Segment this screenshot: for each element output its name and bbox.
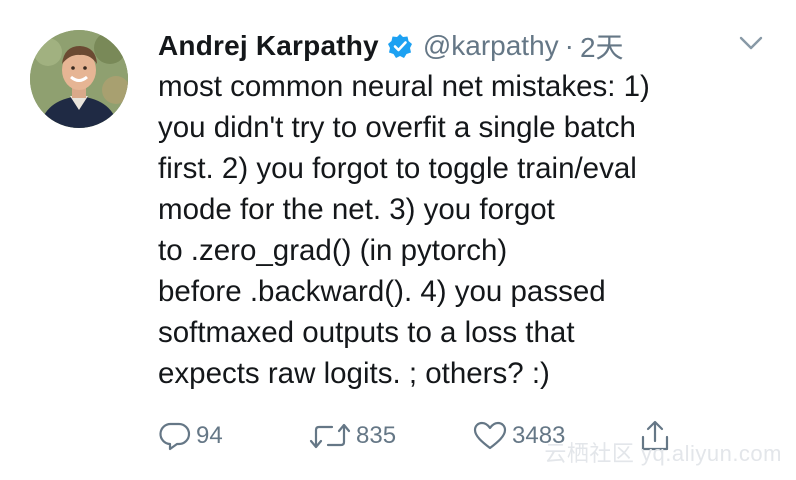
watermark: 云栖社区 yq.aliyun.com [544, 441, 782, 466]
retweet-icon [309, 423, 351, 449]
reply-icon [159, 422, 191, 451]
tweet-line: before .backward(). 4) you passed [158, 275, 606, 308]
tweet-line: most common neural net mistakes: 1) [158, 70, 650, 103]
tweet-line: to .zero_grad() (in pytorch) [158, 234, 508, 267]
retweet-count: 835 [356, 422, 397, 449]
reply-button[interactable]: 94 [158, 420, 308, 452]
separator-dot: · [564, 30, 574, 61]
verified-badge-icon [387, 33, 413, 59]
tweet-line: expects raw logits. ; others? :) [158, 357, 550, 390]
author-name[interactable]: Andrej Karpathy [158, 30, 379, 62]
tweet-line: mode for the net. 3) you forgot [158, 193, 555, 226]
reply-count: 94 [196, 422, 223, 449]
tweet-timestamp[interactable]: 2天 [580, 26, 624, 66]
avatar[interactable] [30, 30, 128, 128]
tweet-line: first. 2) you forgot to toggle train/eva… [158, 152, 637, 185]
chevron-down-icon[interactable] [738, 34, 764, 52]
retweet-button[interactable]: 835 [308, 420, 472, 452]
tweet-header: Andrej Karpathy @karpathy · 2天 [158, 26, 766, 66]
tweet-line: softmaxed outputs to a loss that [158, 316, 575, 349]
author-handle[interactable]: @karpathy [423, 30, 559, 62]
heart-icon [473, 421, 507, 450]
tweet-line: you didn't try to overfit a single batch [158, 111, 636, 144]
tweet-text: most common neural net mistakes: 1) you … [158, 66, 758, 394]
